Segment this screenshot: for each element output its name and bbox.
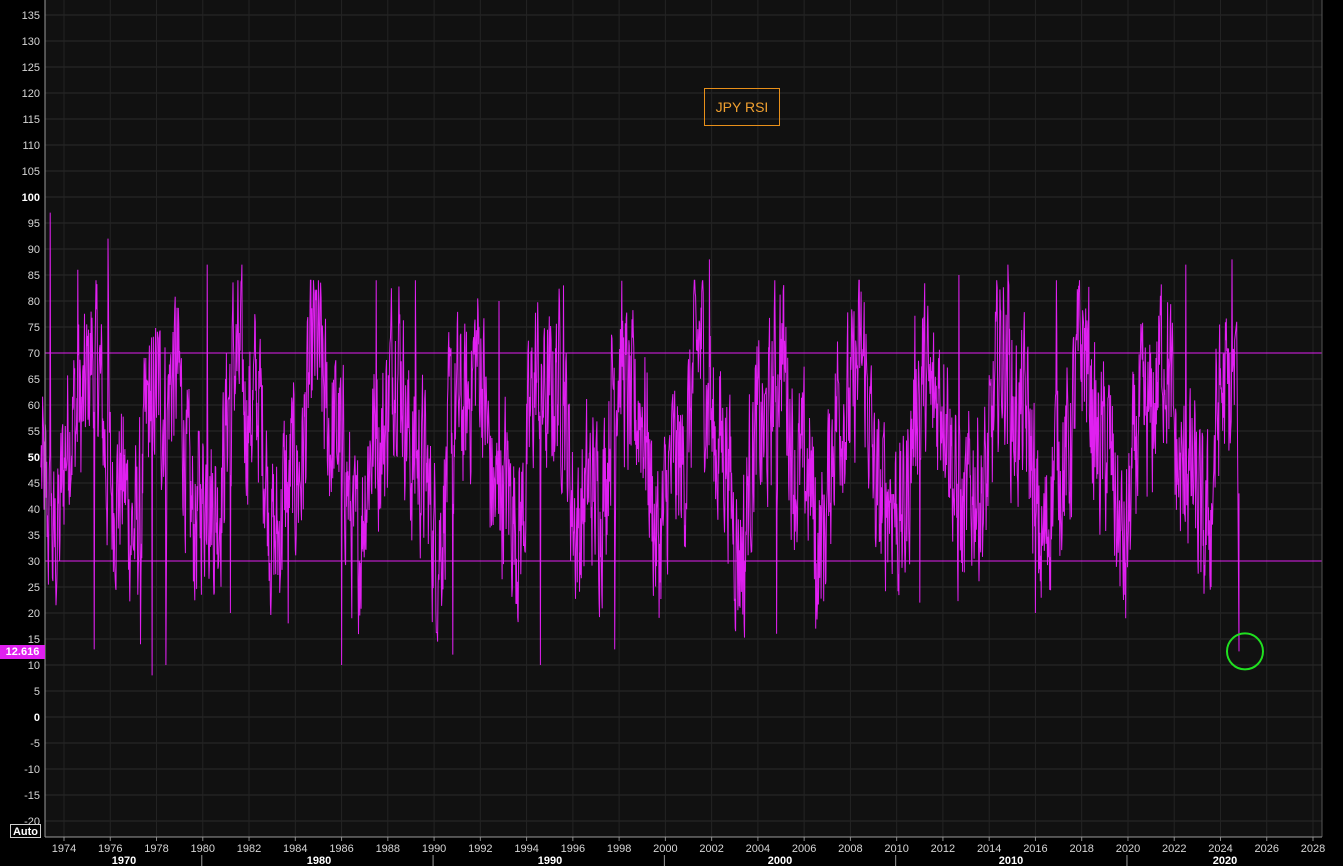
x-tick-label: 2012	[931, 843, 955, 855]
decade-label: 1970	[112, 855, 136, 866]
y-tick-label: 65	[28, 374, 40, 386]
y-tick-label: 70	[28, 348, 40, 360]
x-tick-label: 2028	[1301, 843, 1325, 855]
x-tick-label: 1994	[514, 843, 538, 855]
y-tick-label: -5	[30, 738, 40, 750]
legend-box: JPY RSI	[704, 88, 780, 126]
x-tick-label: 2006	[792, 843, 816, 855]
y-tick-label: 95	[28, 218, 40, 230]
legend-label: JPY RSI	[715, 99, 769, 115]
x-tick-label: 2008	[838, 843, 862, 855]
x-tick-label: 1974	[52, 843, 76, 855]
y-tick-label: 125	[22, 62, 40, 74]
y-tick-label: 60	[28, 400, 40, 412]
y-tick-label: 135	[22, 10, 40, 22]
decade-label: 1980	[307, 855, 331, 866]
y-tick-label: 10	[28, 660, 40, 672]
y-tick-label: -10	[24, 764, 40, 776]
x-tick-label: 1980	[191, 843, 215, 855]
y-tick-label: 30	[28, 556, 40, 568]
x-tick-label: 2026	[1254, 843, 1278, 855]
x-tick-label: 1996	[561, 843, 585, 855]
y-tick-label: 85	[28, 270, 40, 282]
x-tick-label: 1978	[144, 843, 168, 855]
decade-label: 2010	[999, 855, 1023, 866]
y-tick-label: 80	[28, 296, 40, 308]
decade-label: 1990	[538, 855, 562, 866]
auto-scale-button[interactable]: Auto	[10, 824, 41, 838]
x-axis: 1974 1976 1978 1980 1982 1984 1986 1988 1990 1992…	[45, 836, 1325, 866]
x-tick-label: 2016	[1023, 843, 1047, 855]
y-tick-label: 20	[28, 608, 40, 620]
x-tick-label: 2018	[1069, 843, 1093, 855]
y-tick-label: 120	[22, 88, 40, 100]
y-tick-label: 130	[22, 36, 40, 48]
y-tick-label: 5	[34, 686, 40, 698]
plot-area	[45, 0, 1322, 837]
y-tick-label: -15	[24, 790, 40, 802]
y-tick-label: 40	[28, 504, 40, 516]
decade-label: 2000	[768, 855, 792, 866]
x-tick-label: 2004	[746, 843, 770, 855]
y-tick-label: 75	[28, 322, 40, 334]
y-tick-label: 100	[22, 192, 40, 204]
x-tick-label: 2020	[1116, 843, 1140, 855]
x-tick-label: 1986	[329, 843, 353, 855]
x-tick-label: 1990	[422, 843, 446, 855]
y-tick-label: 50	[28, 452, 40, 464]
x-tick-label: 1992	[468, 843, 492, 855]
x-tick-label: 1998	[607, 843, 631, 855]
x-tick-label: 1982	[237, 843, 261, 855]
y-tick-label: 35	[28, 530, 40, 542]
x-tick-label: 2010	[884, 843, 908, 855]
last-value-badge: 12.616	[0, 645, 45, 659]
x-tick-label: 2000	[653, 843, 677, 855]
decade-label: 2020	[1213, 855, 1237, 866]
y-tick-label: 55	[28, 426, 40, 438]
x-tick-label: 2002	[699, 843, 723, 855]
y-tick-label: 110	[22, 140, 40, 152]
y-tick-label: 90	[28, 244, 40, 256]
x-tick-label: 1984	[283, 843, 307, 855]
x-tick-label: 2022	[1162, 843, 1186, 855]
y-tick-label: 115	[22, 114, 40, 126]
x-tick-label: 2024	[1208, 843, 1232, 855]
y-tick-label: 25	[28, 582, 40, 594]
x-tick-label: 2014	[977, 843, 1001, 855]
y-tick-label: 0	[34, 712, 40, 724]
y-tick-label: 45	[28, 478, 40, 490]
y-tick-label: 105	[22, 166, 40, 178]
chart-svg: 1351301251201151101051009590858075706560…	[22, 0, 1325, 866]
x-tick-label: 1976	[98, 843, 122, 855]
x-tick-label: 1988	[376, 843, 400, 855]
